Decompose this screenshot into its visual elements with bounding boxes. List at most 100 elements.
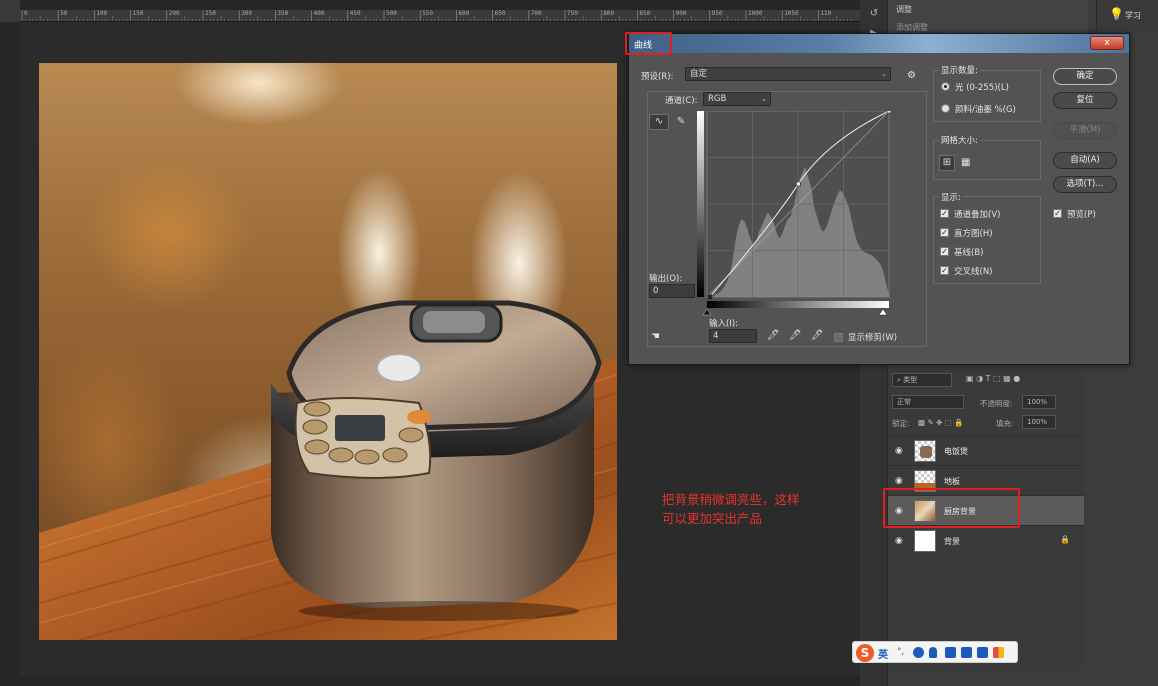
histogram-checkbox[interactable]: ✓: [940, 228, 949, 237]
punctuation-icon[interactable]: °,: [897, 647, 908, 658]
user-icon[interactable]: [961, 647, 972, 658]
opacity-label: 不透明度:: [980, 399, 1013, 408]
curve-control-point: [886, 111, 892, 114]
ruler-tick-label: 600: [458, 10, 470, 17]
ruler-tick-label: 750: [567, 10, 578, 17]
intersection-checkbox[interactable]: ✓: [940, 266, 949, 275]
document-canvas[interactable]: [39, 63, 617, 640]
emoji-icon[interactable]: [913, 647, 924, 658]
learn-button[interactable]: 💡 学习: [1096, 0, 1158, 30]
ruler-tick-label: 200: [168, 10, 180, 17]
show-title: 显示:: [939, 191, 963, 203]
eye-icon[interactable]: ◉: [895, 476, 905, 486]
layer-thumbnail: [914, 440, 936, 462]
fill-field[interactable]: 100%: [1022, 415, 1056, 429]
ruler-tick-label: 900: [675, 10, 687, 17]
keyboard-icon[interactable]: [945, 647, 956, 658]
dialog-titlebar[interactable]: 曲线 x: [629, 34, 1129, 53]
curves-dialog: 曲线 x 预设(R): 自定 ⌄ ⚙ 通道(C): RGB ⌄ ∿ ✎ 输出(O):…: [628, 33, 1130, 365]
curve-point-tool-icon[interactable]: ∿: [649, 114, 669, 130]
pencil-icon[interactable]: ✎: [671, 114, 691, 130]
horizontal-ruler[interactable]: 0 50 100 150 200 250 300 350 400 450 500 550 600 650 7…: [20, 10, 860, 22]
reset-button[interactable]: 复位: [1053, 92, 1117, 109]
ruler-tick-label: 400: [313, 10, 325, 17]
layer-row-selected[interactable]: ◉ 厨房背景: [888, 495, 1084, 525]
ruler-tick-label: 850: [639, 10, 651, 17]
layer-row[interactable]: ◉ 地板: [888, 465, 1084, 495]
input-label: 输入(I):: [709, 319, 739, 329]
eye-icon[interactable]: ◉: [895, 536, 905, 546]
smooth-button[interactable]: 平滑(M): [1053, 122, 1117, 139]
white-eyedropper-icon[interactable]: 🖊: [811, 330, 824, 341]
opacity-field[interactable]: 100%: [1022, 395, 1056, 409]
ok-button[interactable]: 确定: [1053, 68, 1117, 85]
filter-kind-select[interactable]: ⌕ 类型: [892, 373, 952, 387]
ime-mode-label[interactable]: 英: [878, 646, 888, 661]
ime-logo[interactable]: S: [856, 644, 874, 662]
output-gradient-bar: [697, 111, 704, 297]
lock-icons[interactable]: ▩ ✎ ✥ ⬚ 🔒: [918, 418, 964, 427]
ruler-tick-label: 0: [24, 10, 28, 17]
preset-options-gear-icon[interactable]: ⚙: [907, 70, 916, 81]
ruler-ticks: [21, 10, 852, 21]
eye-icon[interactable]: ◉: [895, 506, 905, 516]
show-clipping-checkbox[interactable]: [834, 333, 843, 342]
show-clipping-label: 显示修剪(W): [848, 333, 898, 343]
skin-icon[interactable]: [977, 647, 988, 658]
microphone-icon[interactable]: [929, 647, 937, 658]
preview-checkbox[interactable]: ✓: [1053, 209, 1062, 218]
layer-name: 电饭煲: [944, 447, 968, 456]
layer-thumbnail: [914, 470, 936, 492]
channel-select[interactable]: RGB ⌄: [703, 92, 771, 106]
black-eyedropper-icon[interactable]: 🖊: [767, 330, 780, 341]
fill-label: 填充:: [996, 419, 1014, 428]
output-label: 输出(O):: [649, 274, 683, 284]
layer-thumbnail: [914, 500, 936, 522]
detailed-grid-icon[interactable]: ▦: [961, 157, 970, 168]
filter-icons[interactable]: ▣ ◑ T ⬚ ▦ ●: [966, 374, 1020, 383]
tab-adjustments[interactable]: 调整: [896, 4, 912, 15]
ruler-tick-label: 150: [132, 10, 144, 17]
black-point-slider: [702, 308, 712, 316]
dialog-title: 曲线: [634, 41, 653, 51]
pigment-option-label: 颜料/油墨 %(G): [955, 105, 1016, 115]
input-field[interactable]: 4: [709, 329, 757, 343]
ruler-tick-label: 250: [205, 10, 216, 17]
auto-button[interactable]: 自动(A): [1053, 152, 1117, 169]
ruler-tick-label: 1050: [784, 10, 799, 17]
ruler-tick-label: 350: [277, 10, 289, 17]
ime-toolbar[interactable]: S 英 °,: [852, 641, 1018, 663]
display-amount-title: 显示数量:: [939, 64, 980, 76]
eye-icon[interactable]: ◉: [895, 446, 905, 456]
channel-overlays-checkbox[interactable]: ✓: [940, 209, 949, 218]
pigment-radio[interactable]: [941, 104, 950, 113]
blend-mode-select[interactable]: 正常: [892, 395, 964, 409]
baseline-checkbox[interactable]: ✓: [940, 247, 949, 256]
layer-row[interactable]: ◉ 背景 🔒: [888, 525, 1084, 555]
history-icon[interactable]: ↺: [868, 8, 880, 20]
layer-row[interactable]: ◉ 电饭煲: [888, 435, 1084, 465]
chevron-down-icon: ⌄: [761, 95, 767, 103]
ruler-tick-label: 700: [530, 10, 542, 17]
lock-label: 锁定:: [892, 419, 910, 428]
layer-thumbnail: [914, 530, 936, 552]
ruler-tick-label: 1000: [748, 10, 763, 17]
rice-cooker-product: [271, 300, 602, 621]
preview-label: 预览(P): [1067, 210, 1096, 220]
light-radio[interactable]: [941, 82, 950, 91]
curve-graph[interactable]: [697, 111, 893, 319]
apps-icon[interactable]: [993, 647, 1004, 658]
gray-eyedropper-icon[interactable]: 🖊: [789, 330, 802, 341]
annotation-note: 把背景稍微调亮些，这样 可以更加突出产品: [662, 490, 842, 528]
close-button[interactable]: x: [1090, 36, 1124, 50]
simple-grid-icon[interactable]: ⊞: [939, 155, 955, 171]
options-button[interactable]: 选项(T)...: [1053, 176, 1117, 193]
ruler-tick-label: 650: [494, 10, 506, 17]
ruler-tick-label: 100: [96, 10, 108, 17]
on-image-adjust-icon[interactable]: ☚: [651, 331, 660, 342]
output-field[interactable]: 0: [649, 284, 695, 298]
lightbulb-icon: 💡: [1109, 7, 1124, 21]
ruler-tick-label: 300: [241, 10, 253, 17]
preset-select[interactable]: 自定 ⌄: [685, 67, 891, 81]
grid-size-title: 网格大小:: [939, 134, 980, 146]
